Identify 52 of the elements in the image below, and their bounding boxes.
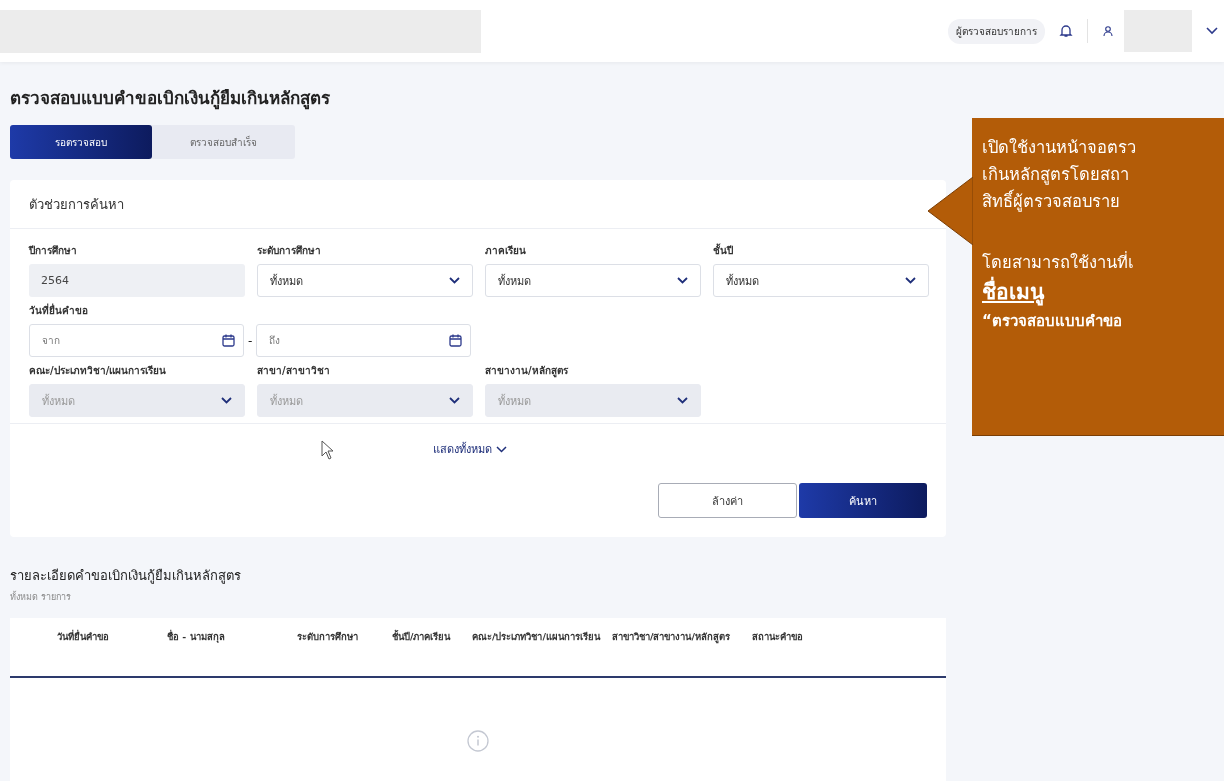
info-icon [467,730,489,752]
column-header: สาขาวิชา/สาขางาน/หลักสูตร [612,630,731,646]
field-label: ระดับการศึกษา [257,244,322,258]
card-title: ตัวช่วยการค้นหา [29,195,124,214]
range-separator: - [248,333,253,348]
date-field[interactable]: จาก [29,324,244,357]
chevron-down-icon [449,397,460,404]
dropdown[interactable]: ทั้งหมด [257,264,473,297]
search-button[interactable]: ค้นหา [799,483,927,518]
field-label: สาขา/สาขาวิชา [257,364,331,378]
dropdown[interactable]: ทั้งหมด [485,264,701,297]
bell-icon[interactable] [1059,24,1073,38]
callout-text: เปิดใช้งานหน้าจอตรว [982,137,1137,159]
role-badge: ผู้ตรวจสอบรายการ [948,18,1045,44]
column-header: คณะ/ประเภทวิชา/แผนการเรียน [472,630,602,644]
column-header: ชื่อ - นามสกุล [167,630,226,645]
input-field: 2564 [29,264,245,297]
column-header: สถานะคำขอ [752,630,804,644]
user-icon[interactable] [1102,25,1114,37]
field-label: คณะ/ประเภทวิชา/แผนการเรียน [29,364,168,378]
chevron-down-icon [677,277,688,284]
field-label: สาขางาน/หลักสูตร [485,364,569,378]
cursor-icon [321,440,335,460]
clear-button[interactable]: ล้างค่า [658,483,797,518]
column-header: วันที่ยื่นคำขอ [57,630,110,644]
callout-text: สิทธิ์ผู้ตรวจสอบราย [982,188,1224,215]
callout-text: โดยสามารถใช้งานที่เ [982,250,1135,274]
column-header: ชั้นปี/ภาคเรียน [392,630,452,644]
chevron-down-icon [677,397,688,404]
field-label: วันที่ยื่นคำขอ [29,303,89,318]
result-count: ทั้งหมด รายการ [10,590,72,604]
dropdown[interactable]: ทั้งหมด [713,264,929,297]
show-all-link[interactable]: แสดงทั้งหมด [433,440,507,458]
chevron-down-icon [449,277,460,284]
callout-text: ชื่อเมนู [982,276,1224,308]
column-header: ระดับการศึกษา [297,630,359,644]
tab[interactable]: ตรวจสอบสำเร็จ [152,125,294,159]
field-label: ภาคเรียน [485,244,527,258]
page-title: ตรวจสอบแบบคำขอเบิกเงินกู้ยืมเกินหลักสูตร [10,87,331,111]
date-field[interactable]: ถึง [256,324,472,357]
callout-text: “ตรวจสอบแบบคำขอ [982,311,1123,332]
chevron-down-icon[interactable] [1206,27,1218,35]
tab[interactable]: รอตรวจสอบ [10,125,152,159]
calendar-icon[interactable] [222,334,235,347]
callout-text: เกินหลักสูตรโดยสถา [982,164,1130,187]
field-label: ชั้นปี [713,243,734,258]
chevron-down-icon [496,445,507,453]
section-title: รายละเอียดคำขอเบิกเงินกู้ยืมเกินหลักสูตร [10,567,242,586]
calendar-icon[interactable] [449,334,463,347]
chevron-down-icon [221,397,232,404]
field-label: ปีการศึกษา [29,244,78,258]
chevron-down-icon [905,277,916,284]
